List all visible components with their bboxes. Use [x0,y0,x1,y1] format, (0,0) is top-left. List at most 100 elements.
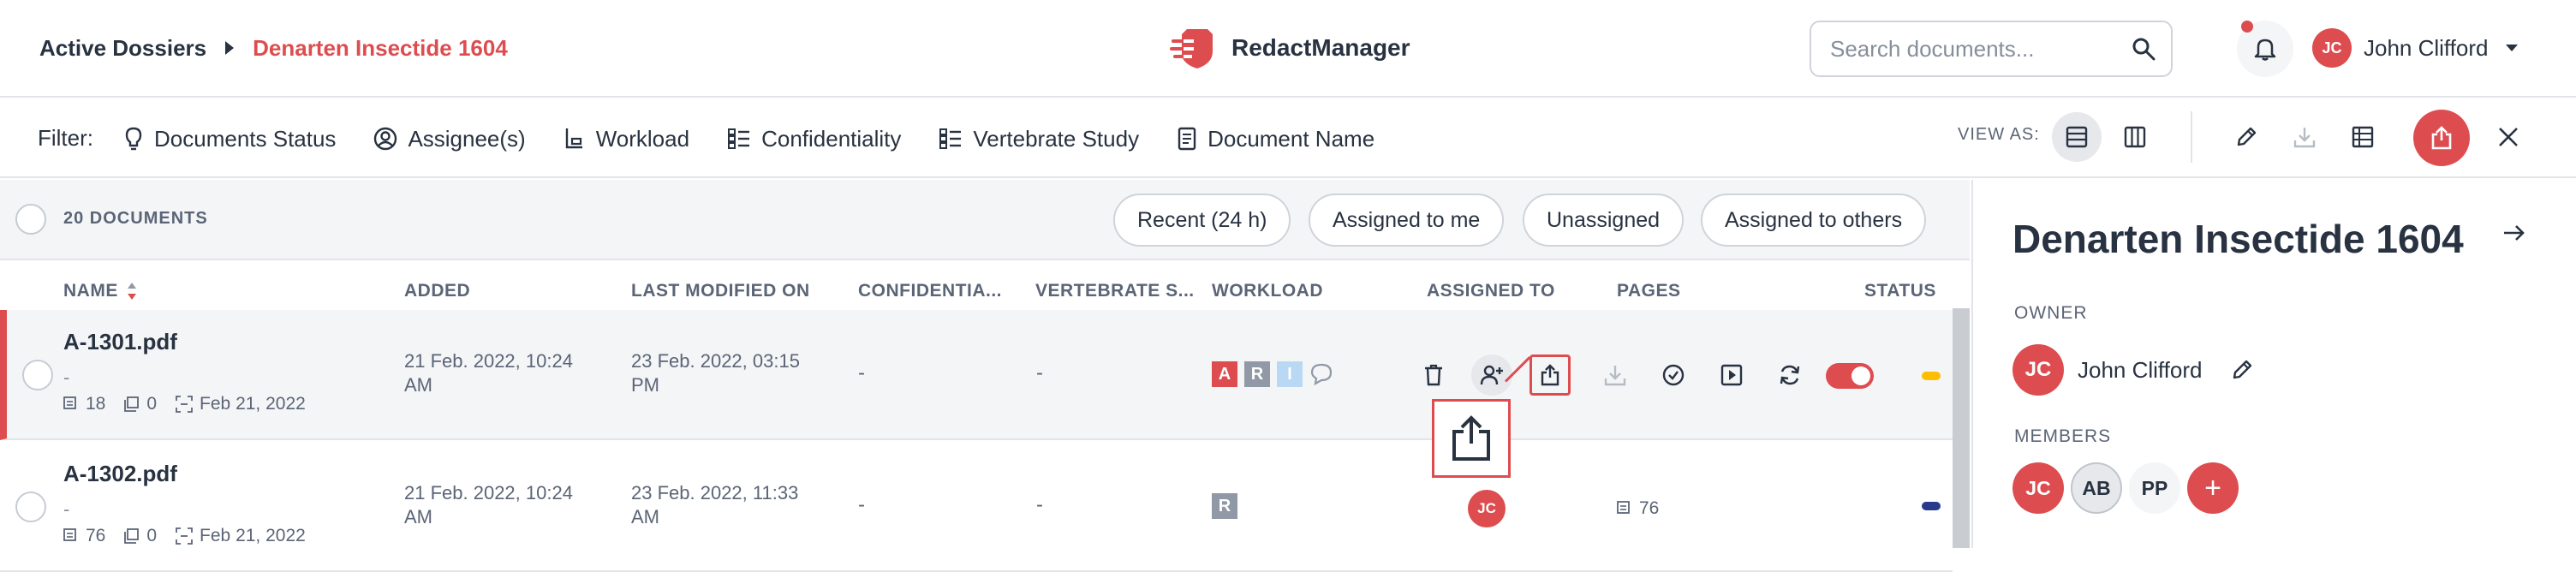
workload-badge-redaction: R [1212,493,1237,519]
download-document-button[interactable] [1595,355,1636,396]
file-name[interactable]: A-1302.pdf [63,461,177,487]
row-checkbox[interactable] [15,492,46,522]
member-avatar[interactable]: PP [2129,462,2180,514]
select-all-checkbox[interactable] [15,204,46,235]
column-header-confidentiality[interactable]: CONFIDENTIA... [858,281,1002,301]
approve-button[interactable] [1653,355,1694,396]
column-header-assigned-to[interactable]: ASSIGNED TO [1427,281,1555,301]
pencil-icon [2237,127,2257,146]
assignee-avatar[interactable]: JC [1468,490,1506,527]
breadcrumb-current[interactable]: Denarten Insectide 1604 [253,35,508,62]
member-avatar[interactable]: AB [2071,462,2122,514]
column-header-added[interactable]: ADDED [404,281,470,301]
delete-button[interactable] [1413,355,1454,396]
edit-dossier-button[interactable] [2221,112,2271,162]
filter-document-name[interactable]: Document Name [1177,126,1374,152]
quick-filter-assigned-to-others[interactable]: Assigned to others [1701,194,1927,247]
comment-icon [1310,363,1333,386]
download-button[interactable] [2280,112,2329,162]
column-header-name[interactable]: NAME [63,281,137,301]
filter-documents-status[interactable]: Documents Status [123,126,336,152]
close-button[interactable] [2484,112,2533,162]
user-circle-icon [374,127,397,151]
added-date-line: AM [404,506,432,527]
search-input[interactable] [1830,35,2132,63]
add-member-button[interactable]: + [2187,462,2239,514]
excluded-count: 0 [146,394,158,414]
filter-assignees[interactable]: Assignee(s) [373,126,526,152]
start-review-button[interactable] [1711,355,1752,396]
column-headers: NAME ADDED LAST MODIFIED ON CONFIDENTIA.… [0,262,1953,317]
reanalyse-button[interactable] [1769,355,1810,396]
filter-workload[interactable]: Workload [564,126,689,152]
panel-title: Denarten Insectide 1604 [2012,217,2464,261]
user-menu[interactable]: JC John Clifford [2312,28,2518,68]
file-meta: 76 0 Feb 21, 2022 [63,526,325,546]
table-row[interactable]: A-1302.pdf - 76 0 Feb 21, 2022 21 Feb. 2… [0,442,1953,572]
row-checkbox[interactable] [22,360,53,390]
export-document-button[interactable] [1530,355,1571,396]
table-row[interactable]: A-1301.pdf - 18 0 Feb 21, 2022 21 Feb. 2… [0,310,1953,440]
page-count: 76 [86,526,106,545]
breadcrumb: Active Dossiers Denarten Insectide 1604 [39,33,508,63]
board-view-button[interactable] [2110,112,2160,162]
assign-user-button[interactable] [1471,355,1512,396]
added-date: 21 Feb. 2022, 10:24 AM [404,349,573,397]
status-indicator [1922,502,1941,510]
column-header-vertebrate-study[interactable]: VERTEBRATE S... [1035,281,1195,301]
spreadsheet-button[interactable] [2338,112,2388,162]
added-date-line: 21 Feb. 2022, 10:24 [404,482,573,503]
workload-indicators: R [1212,493,1244,519]
members-label: MEMBERS [2014,426,2112,446]
quick-filter-recent[interactable]: Recent (24 h) [1113,194,1291,247]
list-icon [728,128,750,149]
column-header-last-modified[interactable]: LAST MODIFIED ON [631,281,810,301]
file-meta: 18 0 Feb 21, 2022 [63,394,325,414]
brand-name: RedactManager [1231,34,1410,61]
column-header-label: NAME [63,281,118,301]
filter-vertebrate-study[interactable]: Vertebrate Study [939,126,1139,152]
owner-label: OWNER [2014,303,2088,323]
view-as-label: VIEW AS: [1958,125,2040,144]
workload-badge-info: I [1277,361,1303,387]
added-date: 21 Feb. 2022, 10:24 AM [404,481,573,529]
download-icon [2293,128,2316,148]
column-header-workload[interactable]: WORKLOAD [1212,281,1323,301]
pages-icon [63,396,76,409]
column-header-status[interactable]: STATUS [1864,281,1936,301]
pages-icon [63,528,76,541]
trash-icon [1425,364,1442,386]
quick-filter-assigned-to-me[interactable]: Assigned to me [1309,194,1505,247]
list-view-button[interactable] [2052,112,2102,162]
arrow-right-icon[interactable] [2502,223,2526,243]
add-user-icon [1480,365,1503,385]
breadcrumb-root[interactable]: Active Dossiers [39,35,206,62]
page-count: 18 [86,394,106,414]
notification-dot [2241,21,2253,33]
file-name[interactable]: A-1301.pdf [63,329,177,355]
search-box[interactable] [1810,21,2173,77]
table-icon [2352,126,2374,148]
filter-label-text: Documents Status [154,125,337,152]
ocr-icon [176,396,193,413]
pencil-icon[interactable] [2230,358,2254,382]
brand[interactable]: RedactManager [1170,22,1410,74]
modified-date-line: 23 Feb. 2022, 03:15 [631,350,800,372]
sort-icon[interactable] [127,282,137,301]
owner: JC John Clifford [2012,344,2254,396]
search-icon[interactable] [2132,37,2156,61]
filter-confidentiality[interactable]: Confidentiality [727,126,901,152]
filter-label-text: Confidentiality [761,125,902,152]
list-icon [939,128,962,149]
members-list: JC AB PP + [2012,462,2245,514]
modified-date: 23 Feb. 2022, 03:15 PM [631,349,800,397]
member-avatar[interactable]: JC [2012,462,2064,514]
filter-bar: Filter: Documents Status Assignee(s) Wor… [0,99,2576,178]
file-date: Feb 21, 2022 [200,526,306,545]
scrollbar[interactable] [1953,308,1970,548]
quick-filter-unassigned[interactable]: Unassigned [1523,194,1685,247]
document-toggle[interactable] [1826,363,1874,389]
export-button[interactable] [2413,110,2470,166]
column-header-pages[interactable]: PAGES [1617,281,1680,301]
filter-label-text: Workload [595,125,690,152]
